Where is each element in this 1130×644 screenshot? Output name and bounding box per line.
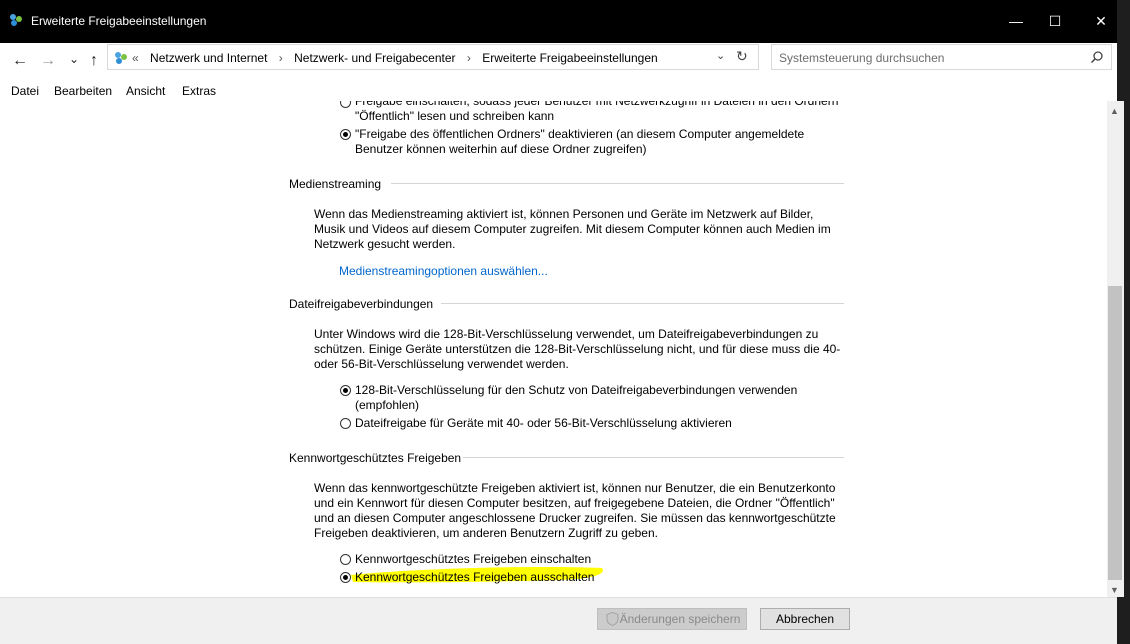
- password-description: Wenn das kennwortgeschützte Freigeben ak…: [314, 481, 849, 541]
- section-title-dateifreigabe: Dateifreigabeverbindungen: [289, 297, 434, 311]
- menu-datei[interactable]: Datei: [11, 84, 39, 98]
- media-options-link[interactable]: Medienstreamingoptionen auswählen...: [339, 264, 548, 278]
- media-description: Wenn das Medienstreaming aktiviert ist, …: [314, 207, 849, 252]
- text-line: Netzwerk gesucht werden.: [314, 237, 456, 251]
- radio-public-folder-on-label[interactable]: Freigabe einschalten, sodass jeder Benut…: [355, 101, 855, 124]
- forward-arrow-icon[interactable]: →: [38, 51, 58, 71]
- search-input[interactable]: Systemsteuerung durchsuchen: [779, 51, 944, 65]
- radio-128bit[interactable]: [340, 385, 351, 396]
- vertical-scrollbar[interactable]: ▲ ▼: [1107, 101, 1124, 597]
- label-line: "Freigabe des öffentlichen Ordners" deak…: [355, 127, 805, 141]
- radio-public-folder-on[interactable]: [340, 101, 351, 108]
- scroll-up-arrow-icon[interactable]: ▲: [1110, 106, 1119, 116]
- radio-40-56bit[interactable]: [340, 418, 351, 429]
- network-app-icon: [10, 14, 22, 26]
- scroll-down-arrow-icon[interactable]: ▼: [1110, 585, 1119, 595]
- text-line: oder 56-Bit-Verschlüsselung verwendet we…: [314, 357, 569, 371]
- section-divider: [391, 183, 844, 184]
- section-title-kennwort: Kennwortgeschütztes Freigeben: [289, 451, 462, 465]
- maximize-button[interactable]: ☐: [1032, 0, 1078, 43]
- text-line: und ein Kennwort für diesen Computer bes…: [314, 496, 835, 510]
- label-line: Freigabe einschalten, sodass jeder Benut…: [355, 101, 839, 108]
- radio-public-folder-off-label[interactable]: "Freigabe des öffentlichen Ordners" deak…: [355, 127, 855, 157]
- breadcrumb: « Netzwerk und Internet › Netzwerk- und …: [132, 51, 658, 65]
- scrollbar-thumb[interactable]: [1108, 286, 1122, 580]
- breadcrumb-overflow[interactable]: «: [132, 51, 139, 65]
- breadcrumb-item-netzwerk-internet[interactable]: Netzwerk und Internet: [150, 51, 267, 65]
- section-title-medienstreaming: Medienstreaming: [289, 177, 382, 191]
- text-line: Musik und Videos auf diesem Computer zug…: [314, 222, 831, 236]
- settings-content: Freigabe einschalten, sodass jeder Benut…: [0, 101, 1107, 597]
- menu-bearbeiten[interactable]: Bearbeiten: [54, 84, 112, 98]
- text-line: Wenn das Medienstreaming aktiviert ist, …: [314, 207, 814, 221]
- section-divider: [463, 457, 844, 458]
- text-line: und an diesen Computer angeschlossene Dr…: [314, 511, 836, 525]
- search-icon[interactable]: [1090, 50, 1104, 64]
- title-bar: Erweiterte Freigabeeinstellungen — ☐ ✕: [0, 0, 1117, 43]
- text-line: Unter Windows wird die 128-Bit-Verschlüs…: [314, 327, 819, 341]
- label-line: 128-Bit-Verschlüsselung für den Schutz v…: [355, 383, 798, 397]
- label-line: (empfohlen): [355, 398, 420, 412]
- menu-bar: Datei Bearbeiten Ansicht Extras: [0, 80, 1117, 102]
- recent-locations-chevron-icon[interactable]: ⌄: [64, 49, 84, 69]
- breadcrumb-item-freigabecenter[interactable]: Netzwerk- und Freigabecenter: [294, 51, 455, 65]
- search-box[interactable]: Systemsteuerung durchsuchen: [771, 44, 1112, 70]
- radio-password-off-label[interactable]: Kennwortgeschütztes Freigeben ausschalte…: [355, 570, 855, 585]
- breadcrumb-separator-icon[interactable]: ›: [467, 51, 471, 65]
- label-line: "Öffentlich" lesen und schreiben kann: [355, 109, 555, 123]
- control-panel-window: Erweiterte Freigabeeinstellungen — ☐ ✕ ←…: [0, 0, 1124, 644]
- back-arrow-icon[interactable]: ←: [10, 51, 30, 71]
- radio-public-folder-off[interactable]: [340, 129, 351, 140]
- network-breadcrumb-icon: [115, 52, 127, 64]
- window-title: Erweiterte Freigabeeinstellungen: [31, 14, 207, 28]
- file-sharing-description: Unter Windows wird die 128-Bit-Verschlüs…: [314, 327, 849, 372]
- up-arrow-icon[interactable]: ↑: [84, 51, 104, 71]
- text-line: Wenn das kennwortgeschützte Freigeben ak…: [314, 481, 836, 495]
- footer-bar: Änderungen speichern Abbrechen: [0, 597, 1117, 644]
- text-line: Freigeben deaktivieren, um anderen Benut…: [314, 526, 658, 540]
- breadcrumb-separator-icon[interactable]: ›: [279, 51, 283, 65]
- radio-password-off[interactable]: [340, 572, 351, 583]
- cancel-button[interactable]: Abbrechen: [760, 608, 850, 630]
- refresh-icon[interactable]: ↻: [736, 48, 748, 65]
- close-button[interactable]: ✕: [1078, 0, 1124, 43]
- address-bar[interactable]: « Netzwerk und Internet › Netzwerk- und …: [107, 44, 759, 70]
- save-changes-label: Änderungen speichern: [619, 612, 741, 626]
- section-divider: [441, 303, 844, 304]
- menu-extras[interactable]: Extras: [182, 84, 216, 98]
- radio-40-56bit-label[interactable]: Dateifreigabe für Geräte mit 40- oder 56…: [355, 416, 855, 431]
- save-changes-button[interactable]: Änderungen speichern: [597, 608, 747, 630]
- text-line: schützen. Einige Geräte unterstützen die…: [314, 342, 841, 356]
- uac-shield-icon: [606, 612, 619, 626]
- label-line: Benutzer können weiterhin auf diese Ordn…: [355, 142, 647, 156]
- radio-128bit-label[interactable]: 128-Bit-Verschlüsselung für den Schutz v…: [355, 383, 855, 413]
- menu-ansicht[interactable]: Ansicht: [126, 84, 165, 98]
- address-dropdown-icon[interactable]: ⌄: [716, 49, 725, 62]
- breadcrumb-item-erweiterte-freigabe[interactable]: Erweiterte Freigabeeinstellungen: [482, 51, 657, 65]
